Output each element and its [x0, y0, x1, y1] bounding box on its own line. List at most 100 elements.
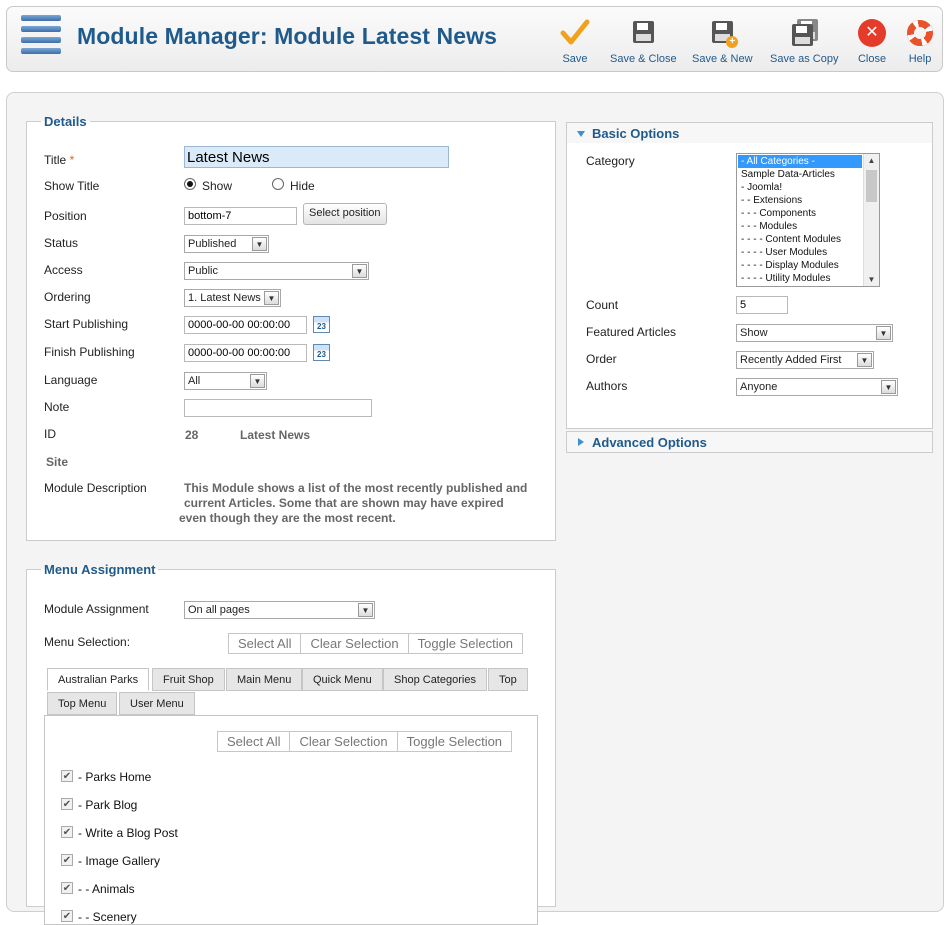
ordering-select[interactable]: 1. Latest News ▼ — [184, 289, 281, 307]
advanced-options-header[interactable]: Advanced Options — [566, 431, 933, 453]
module-description-label: Module Description — [44, 481, 147, 495]
floppy-disk-copy-icon — [788, 17, 820, 49]
module-assignment-select[interactable]: On all pages ▼ — [184, 601, 375, 619]
menu-selection-label: Menu Selection: — [44, 635, 131, 649]
note-input[interactable] — [184, 399, 372, 417]
count-input[interactable] — [736, 296, 788, 314]
scrollbar-thumb[interactable] — [866, 170, 877, 202]
menu-item-checkbox[interactable]: ✔ — [61, 854, 73, 866]
category-option[interactable]: - - - - Content Modules — [738, 233, 862, 246]
authors-label: Authors — [586, 379, 628, 393]
category-option[interactable]: Sample Data-Articles — [738, 168, 862, 181]
help-button[interactable]: Help — [904, 17, 936, 65]
language-select[interactable]: All ▼ — [184, 372, 267, 390]
basic-options-header[interactable]: Basic Options — [566, 122, 933, 144]
module-assignment-label: Module Assignment — [44, 602, 149, 616]
category-option[interactable]: - Joomla! — [738, 181, 862, 194]
clear-selection-button[interactable]: Clear Selection — [301, 634, 409, 653]
scroll-up-icon[interactable]: ▲ — [864, 154, 879, 167]
count-label: Count — [586, 298, 619, 312]
module-description-line-1: This Module shows a list of the most rec… — [184, 481, 528, 495]
featured-articles-select[interactable]: Show ▼ — [736, 324, 893, 342]
id-value: 28 — [185, 428, 199, 442]
menu-item-label: - Write a Blog Post — [78, 826, 178, 840]
menu-item-label: - - Scenery — [78, 910, 137, 924]
help-label: Help — [908, 53, 932, 65]
close-circle-icon: ✕ — [856, 17, 888, 49]
authors-value: Anyone — [740, 381, 778, 393]
tab-quick-menu[interactable]: Quick Menu — [302, 668, 383, 691]
category-option[interactable]: - - Extensions — [738, 194, 862, 207]
start-publishing-input[interactable] — [184, 316, 307, 334]
menu-item-checkbox[interactable]: ✔ — [61, 910, 73, 922]
tab-australian-parks[interactable]: Australian Parks — [47, 668, 150, 691]
category-option[interactable]: - - - - Display Modules — [738, 259, 862, 272]
chevron-down-icon: ▼ — [250, 374, 265, 388]
select-position-button[interactable]: Select position — [303, 203, 387, 225]
category-option[interactable]: - - - Modules — [738, 220, 862, 233]
triangle-down-icon — [577, 131, 585, 137]
featured-articles-label: Featured Articles — [586, 325, 677, 339]
calendar-icon[interactable]: 23 — [313, 316, 330, 333]
menu-item-checkbox[interactable]: ✔ — [61, 826, 73, 838]
title-input[interactable] — [184, 146, 449, 168]
module-description-line-3: even though they are the most recent. — [179, 511, 396, 525]
module-assignment-value: On all pages — [188, 604, 250, 616]
tab-top[interactable]: Top — [488, 668, 528, 691]
category-option[interactable]: - - - - Utility Modules — [738, 272, 862, 285]
panel-selection-buttons: Select All Clear Selection Toggle Select… — [217, 731, 513, 752]
ordering-label: Ordering — [44, 290, 91, 304]
select-all-button[interactable]: Select All — [229, 634, 302, 653]
panel-toggle-selection-button[interactable]: Toggle Selection — [397, 732, 512, 751]
finish-publishing-input[interactable] — [184, 344, 307, 362]
status-label: Status — [44, 236, 79, 250]
show-title-label: Show Title — [44, 179, 100, 193]
close-button[interactable]: ✕ Close — [856, 17, 888, 65]
menu-item-checkbox[interactable]: ✔ — [61, 798, 73, 810]
calendar-icon[interactable]: 23 — [313, 344, 330, 361]
hide-radio[interactable] — [272, 178, 284, 190]
access-select[interactable]: Public ▼ — [184, 262, 369, 280]
title-label: Title * — [44, 153, 75, 167]
chevron-down-icon: ▼ — [857, 353, 872, 367]
tab-main-menu[interactable]: Main Menu — [226, 668, 303, 691]
order-select[interactable]: Recently Added First ▼ — [736, 351, 874, 369]
save-button[interactable]: Save — [559, 17, 591, 65]
tab-user-menu[interactable]: User Menu — [119, 692, 195, 715]
category-scrollbar[interactable]: ▲ ▼ — [863, 154, 879, 286]
status-select[interactable]: Published ▼ — [184, 235, 269, 253]
tab-fruit-shop[interactable]: Fruit Shop — [152, 668, 225, 691]
menu-item-label: - Park Blog — [78, 798, 138, 812]
chevron-down-icon: ▼ — [358, 603, 373, 617]
menu-item-checkbox[interactable]: ✔ — [61, 770, 73, 782]
details-fieldset: Details Title * Show Title Show Hide Pos… — [26, 114, 556, 541]
tab-shop-categories[interactable]: Shop Categories — [383, 668, 487, 691]
category-option[interactable]: - - - Components — [738, 207, 862, 220]
category-listbox[interactable]: - All Categories - Sample Data-Articles … — [736, 153, 880, 287]
menu-item-checkbox[interactable]: ✔ — [61, 882, 73, 894]
chevron-down-icon: ▼ — [252, 237, 267, 251]
toggle-selection-button[interactable]: Toggle Selection — [408, 634, 523, 653]
close-label: Close — [857, 53, 887, 65]
language-label: Language — [44, 373, 98, 387]
floppy-disk-icon — [627, 17, 659, 49]
show-radio-label: Show — [202, 179, 233, 193]
position-input[interactable] — [184, 207, 297, 225]
advanced-options-title: Advanced Options — [592, 435, 707, 450]
save-as-copy-button[interactable]: Save as Copy — [770, 17, 838, 65]
save-label: Save — [562, 53, 588, 65]
panel-clear-selection-button[interactable]: Clear Selection — [290, 732, 398, 751]
category-option[interactable]: - All Categories - — [738, 155, 862, 168]
chevron-down-icon: ▼ — [352, 264, 367, 278]
authors-select[interactable]: Anyone ▼ — [736, 378, 898, 396]
save-new-button[interactable]: + Save & New — [692, 17, 753, 65]
basic-options-title: Basic Options — [592, 126, 680, 141]
scroll-down-icon[interactable]: ▼ — [864, 273, 879, 286]
save-close-button[interactable]: Save & Close — [610, 17, 677, 65]
category-option[interactable]: - - - - User Modules — [738, 246, 862, 259]
order-value: Recently Added First — [740, 354, 842, 366]
tab-top-menu[interactable]: Top Menu — [47, 692, 118, 715]
order-label: Order — [586, 352, 617, 366]
show-radio[interactable] — [184, 178, 196, 190]
panel-select-all-button[interactable]: Select All — [218, 732, 291, 751]
